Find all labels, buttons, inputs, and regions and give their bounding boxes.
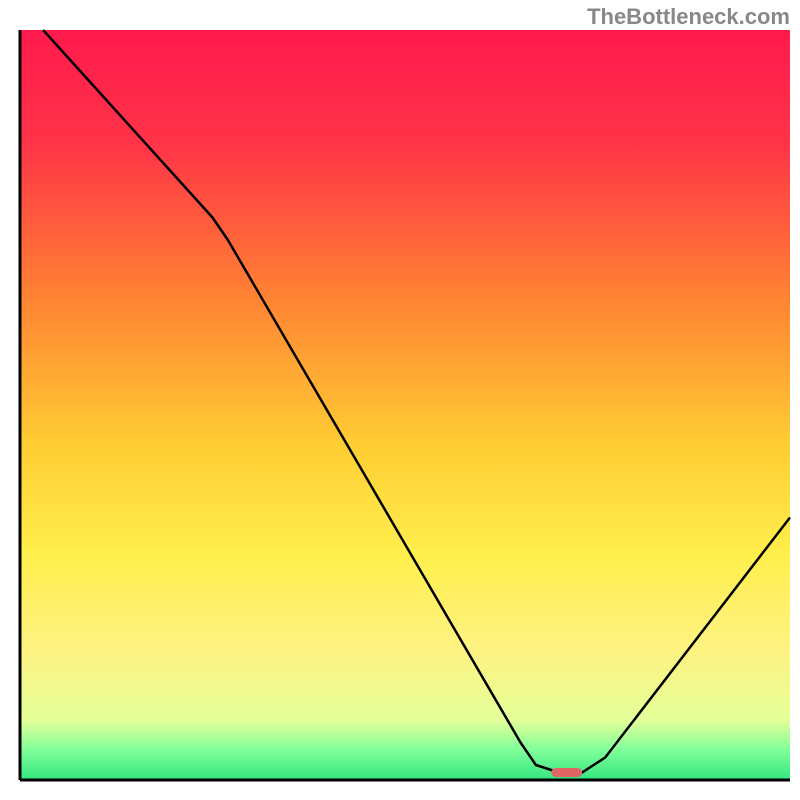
target-marker [551,768,582,777]
bottleneck-chart [0,0,800,800]
chart-container: TheBottleneck.com [0,0,800,800]
watermark-text: TheBottleneck.com [587,4,790,30]
